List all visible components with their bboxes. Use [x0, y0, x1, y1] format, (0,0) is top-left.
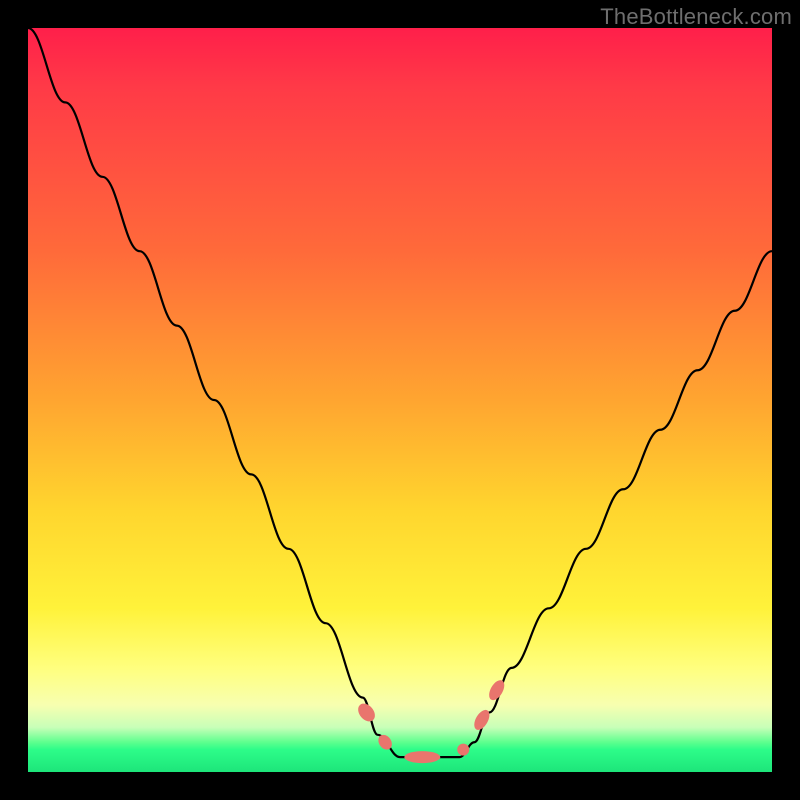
bottleneck-curve — [28, 28, 772, 757]
marker-C — [404, 751, 440, 763]
chart-svg — [28, 28, 772, 772]
marker-D — [457, 744, 469, 756]
watermark-text: TheBottleneck.com — [600, 4, 792, 30]
marker-group — [355, 678, 508, 763]
chart-frame: TheBottleneck.com — [0, 0, 800, 800]
plot-area — [28, 28, 772, 772]
curve-path — [28, 28, 772, 757]
